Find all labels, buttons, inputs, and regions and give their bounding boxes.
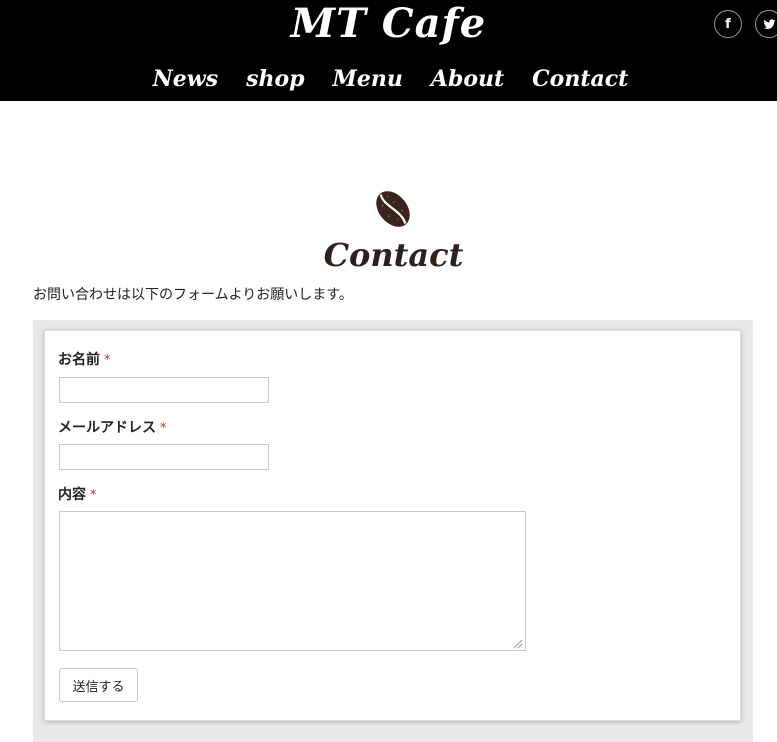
nav-news[interactable]: News: [153, 62, 218, 96]
content-label-text: 内容: [58, 487, 86, 503]
nav-shop[interactable]: shop: [246, 62, 304, 96]
email-label: メールアドレス *: [58, 419, 167, 438]
site-header: MT Cafe f News shop Menu About Contact: [0, 0, 777, 101]
nav-menu[interactable]: Menu: [333, 62, 403, 96]
submit-button[interactable]: 送信する: [59, 668, 138, 702]
required-mark: *: [160, 421, 167, 436]
content-textarea[interactable]: [59, 511, 526, 651]
required-mark: *: [90, 488, 97, 503]
name-field[interactable]: [59, 377, 269, 403]
page-title: Contact: [323, 236, 464, 274]
twitter-icon: [763, 18, 775, 29]
intro-text: お問い合わせは以下のフォームよりお願いします。: [33, 287, 353, 303]
site-logo[interactable]: MT Cafe: [0, 0, 777, 48]
facebook-link[interactable]: f: [714, 10, 742, 38]
email-field[interactable]: [59, 444, 269, 470]
nav-contact[interactable]: Contact: [532, 62, 628, 96]
content-label: 内容 *: [58, 486, 97, 505]
twitter-link[interactable]: [755, 10, 777, 38]
name-label: お名前 *: [58, 351, 111, 370]
email-label-text: メールアドレス: [58, 420, 156, 436]
main-nav: News shop Menu About Contact: [0, 62, 777, 96]
coffee-bean-icon: [376, 191, 410, 227]
resize-handle-icon[interactable]: [513, 639, 523, 649]
required-mark: *: [104, 353, 111, 368]
facebook-icon: f: [725, 16, 731, 32]
nav-about[interactable]: About: [431, 62, 504, 96]
name-label-text: お名前: [58, 352, 100, 368]
